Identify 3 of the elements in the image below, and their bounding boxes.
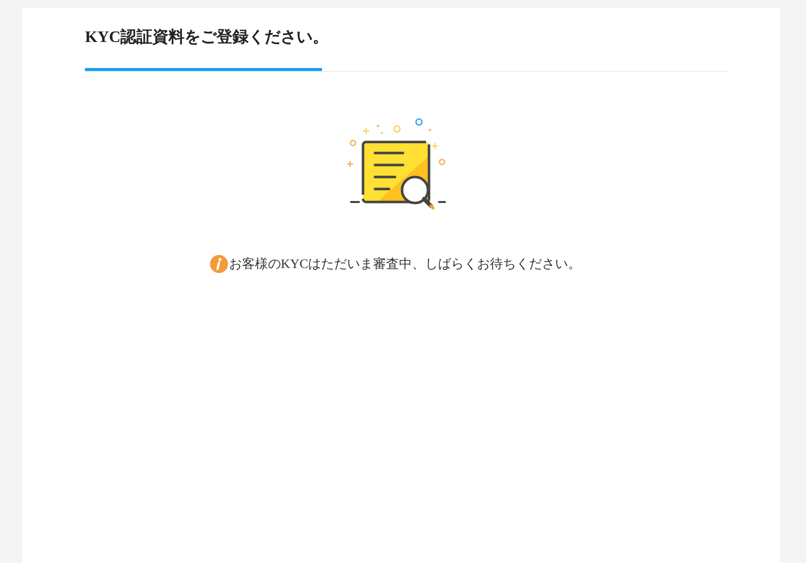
window-title: KYC認証資料をご登録ください。 (85, 28, 330, 48)
review-status-message: お客様のKYCはただいま審査中、しばらくお待ちください。 (228, 255, 582, 273)
info-icon (210, 254, 228, 273)
